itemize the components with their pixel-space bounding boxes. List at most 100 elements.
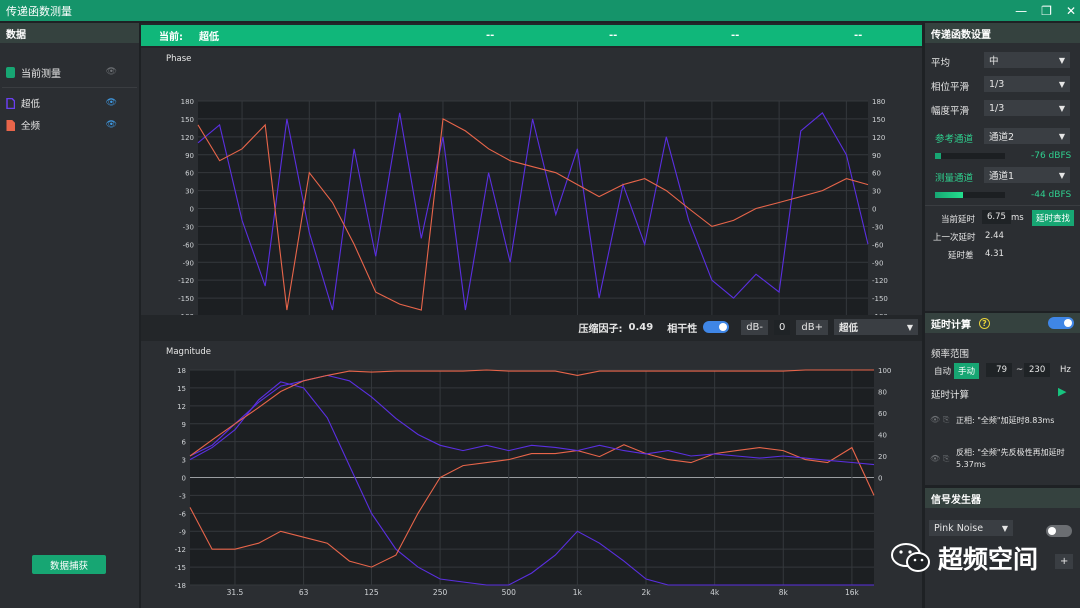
freq-low-input[interactable]: 79 bbox=[986, 363, 1012, 377]
measurement-label: 超低 bbox=[21, 99, 41, 110]
current-bar: 当前: 超低 -- -- -- -- bbox=[141, 25, 922, 46]
current-measurement-icon bbox=[6, 66, 15, 78]
minimize-icon[interactable]: — bbox=[1015, 4, 1027, 18]
ref-channel-select[interactable]: 通道2 ▼ bbox=[984, 128, 1070, 144]
signal-type-select[interactable]: Pink Noise ▼ bbox=[929, 520, 1013, 536]
meas-level: -44 dBFS bbox=[1031, 190, 1072, 200]
y-tick-label: -6 bbox=[179, 510, 187, 518]
eye-icon[interactable]: 👁 bbox=[106, 120, 117, 130]
restore-icon[interactable]: ❐ bbox=[1041, 4, 1052, 18]
current-name: 超低 bbox=[199, 32, 219, 43]
x-tick-label: 125 bbox=[364, 588, 379, 597]
current-label: 当前: bbox=[159, 32, 183, 43]
measurement-label: 全频 bbox=[21, 121, 41, 132]
positive-phase-text: 正相: "全频"加延时8.83ms bbox=[956, 416, 1055, 425]
readout-3: -- bbox=[731, 30, 740, 41]
db-minus-button[interactable]: dB- bbox=[741, 319, 769, 335]
x-tick-label: 8k bbox=[779, 588, 789, 597]
y-tick-label: 15 bbox=[177, 385, 186, 393]
ref-level-fill bbox=[935, 153, 941, 159]
delay-calc-toggle[interactable] bbox=[1048, 317, 1074, 329]
x-tick-label: 500 bbox=[502, 588, 517, 597]
eye-icon[interactable]: 👁 bbox=[930, 415, 940, 424]
y2-tick-label: -90 bbox=[872, 259, 883, 267]
y2-tick-label: 180 bbox=[872, 98, 885, 106]
delay-calc-panel: 延时计算 ? 频率范围 自动 手动 79 ~ 230 Hz 延时计算 ▶ 👁 ⎘… bbox=[925, 313, 1080, 485]
help-icon[interactable]: ? bbox=[979, 317, 990, 329]
freq-high-input[interactable]: 230 bbox=[1024, 363, 1050, 377]
eye-hidden-icon[interactable]: 👁 bbox=[106, 67, 117, 77]
add-button[interactable]: + bbox=[1055, 554, 1074, 569]
last-delay-value: 2.44 bbox=[985, 231, 1004, 241]
y-tick-label: 90 bbox=[185, 152, 194, 160]
x-tick-label: 2k bbox=[641, 588, 651, 597]
x-tick-label: 250 bbox=[433, 588, 448, 597]
db-plus-button[interactable]: dB+ bbox=[796, 319, 828, 335]
measurement-item-full[interactable]: 全频 👁 bbox=[0, 114, 139, 136]
chart-controls: 压缩因子: 0.49 相干性 dB- 0 dB+ 超低 ▼ bbox=[141, 316, 922, 338]
y2-tick-label: 60 bbox=[872, 170, 881, 178]
y-tick-label: 3 bbox=[182, 457, 186, 465]
delay-diff-label: 延时差 bbox=[948, 251, 974, 261]
measurement-select[interactable]: 超低 ▼ bbox=[834, 319, 918, 335]
capture-button[interactable]: 数据捕获 bbox=[32, 555, 106, 574]
y2-tick-label: 0 bbox=[872, 206, 876, 214]
y2-tick-label: -30 bbox=[872, 223, 883, 231]
coherence-toggle[interactable] bbox=[703, 321, 730, 333]
y-tick-label: -90 bbox=[183, 259, 194, 267]
close-icon[interactable]: ✕ bbox=[1066, 4, 1076, 18]
average-select[interactable]: 中 ▼ bbox=[984, 52, 1070, 68]
current-measurement-item[interactable]: 当前测量 👁 bbox=[0, 61, 139, 83]
ref-channel-value: 通道2 bbox=[989, 132, 1015, 143]
eye-icon[interactable]: 👁 bbox=[106, 98, 117, 108]
compression-value: 0.49 bbox=[628, 321, 654, 333]
y-tick-label: 18 bbox=[177, 367, 186, 375]
y-tick-label: 180 bbox=[181, 98, 194, 106]
meas-channel-label: 测量通道 bbox=[935, 173, 974, 184]
signal-toggle[interactable] bbox=[1046, 525, 1072, 537]
delay-diff-value: 4.31 bbox=[985, 249, 1004, 259]
delay-calc-header: 延时计算 ? bbox=[925, 313, 1080, 333]
ref-level: -76 dBFS bbox=[1031, 151, 1072, 161]
play-icon[interactable]: ▶ bbox=[1058, 385, 1066, 398]
y-tick-label: -3 bbox=[179, 492, 186, 500]
y2-tick-label: 150 bbox=[872, 116, 885, 124]
phase-smooth-value: 1/3 bbox=[989, 78, 1005, 90]
mag-smooth-select[interactable]: 1/3 ▼ bbox=[984, 100, 1070, 116]
measurement-item-sub[interactable]: 超低 👁 bbox=[0, 92, 139, 114]
phase-smooth-select[interactable]: 1/3 ▼ bbox=[984, 76, 1070, 92]
meas-level-fill bbox=[935, 192, 963, 198]
y-tick-label: 0 bbox=[182, 475, 186, 483]
data-panel-header: 数据 bbox=[0, 23, 139, 43]
y2-tick-label: 20 bbox=[878, 453, 887, 461]
app-title: 传递函数测量 bbox=[6, 4, 72, 18]
x-tick-label: 63 bbox=[299, 588, 309, 597]
tf-settings-panel: 传递函数设置 平均 中 ▼ 相位平滑 1/3 ▼ 幅度平滑 1/3 ▼ 参考通道 通道… bbox=[925, 23, 1080, 311]
current-delay-label: 当前延时 bbox=[941, 215, 976, 225]
y-tick-label: -30 bbox=[183, 223, 194, 231]
phase-smooth-label: 相位平滑 bbox=[931, 82, 970, 93]
mag-smooth-value: 1/3 bbox=[989, 102, 1005, 114]
current-delay-value[interactable]: 6.75 bbox=[982, 210, 1011, 224]
manual-option[interactable]: 手动 bbox=[954, 363, 980, 379]
x-tick-label: 4k bbox=[710, 588, 720, 597]
magnitude-chart[interactable]: 1815129630-3-6-9-12-15-1810080604020031.… bbox=[141, 341, 922, 608]
meas-channel-select[interactable]: 通道1 ▼ bbox=[984, 167, 1070, 183]
chevron-down-icon: ▼ bbox=[1058, 131, 1065, 141]
y2-tick-label: 100 bbox=[878, 367, 891, 375]
delay-calc-title: 延时计算 bbox=[931, 319, 971, 331]
signal-type-value: Pink Noise bbox=[934, 522, 984, 534]
chevron-down-icon: ▼ bbox=[1058, 170, 1065, 180]
copy-icon[interactable]: ⎘ bbox=[943, 454, 949, 464]
magnitude-chart-box: Magnitude 18 15 12 9 6 3 0 -3 -6 -9 -12 -15 -18 100 80… bbox=[141, 341, 922, 608]
y-tick-label: 60 bbox=[185, 170, 194, 178]
delay-find-button[interactable]: 延时查找 bbox=[1032, 210, 1075, 226]
phase-chart[interactable]: 180 150 120 90 60 30 0 -30 -60 -90 -120 -150 -180 180… bbox=[141, 48, 922, 315]
coherence-label: 相干性 bbox=[667, 323, 698, 335]
db-value[interactable]: 0 bbox=[774, 319, 791, 335]
eye-icon[interactable]: 👁 bbox=[930, 454, 940, 463]
copy-icon[interactable]: ⎘ bbox=[943, 415, 949, 425]
ref-level-meter bbox=[935, 153, 1005, 159]
auto-option[interactable]: 自动 bbox=[934, 365, 951, 377]
chevron-down-icon: ▼ bbox=[1058, 103, 1065, 113]
